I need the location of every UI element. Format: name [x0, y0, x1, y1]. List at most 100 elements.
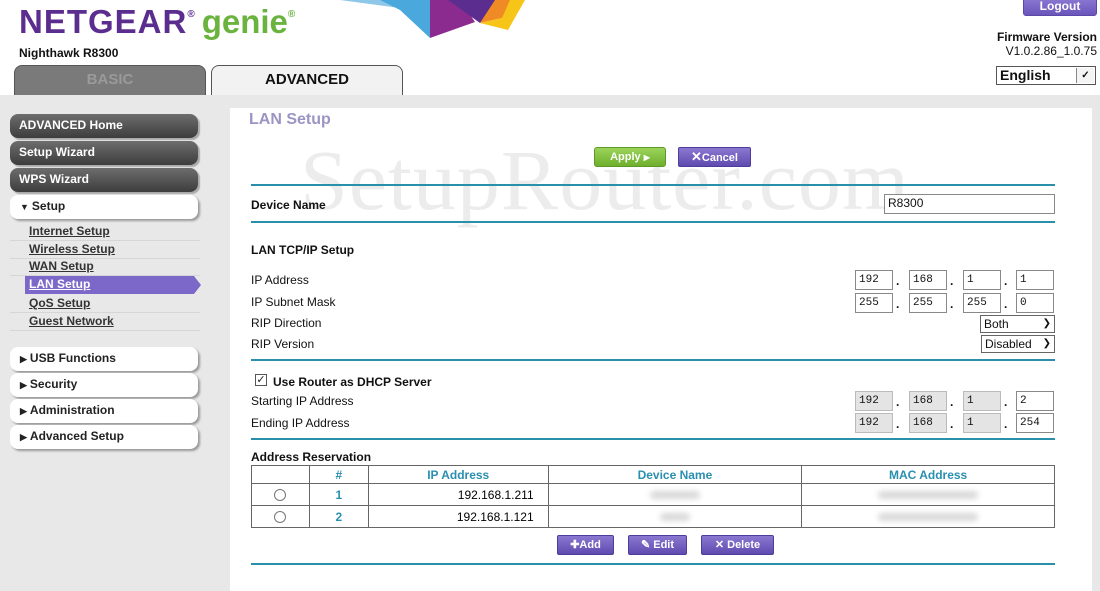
ip-address-octet-3[interactable]: 1 — [963, 270, 1001, 290]
sidebar-item-wireless-setup[interactable]: Wireless Setup — [10, 241, 200, 259]
logo-graphic-icon — [340, 0, 525, 38]
ip-value: 192.168.1.121 — [456, 509, 534, 524]
divider — [251, 184, 1055, 186]
divider — [251, 221, 1055, 223]
firmware-version: V1.0.2.86_1.0.75 — [1005, 44, 1097, 58]
column-header-mac-address: MAC Address — [801, 465, 1055, 484]
rip-version-select[interactable]: Disabled ❯ — [981, 335, 1055, 353]
start-ip-octet-1: 192 — [855, 391, 893, 411]
divider — [251, 359, 1055, 361]
divider — [251, 563, 1055, 565]
row-ip-address: 192.168.1.121 — [367, 505, 549, 528]
watermark: SetupRouter.com — [300, 132, 910, 228]
triangle-down-icon: ▼ — [20, 202, 29, 212]
table-row: 2 192.168.1.121 — [251, 505, 1055, 528]
dhcp-server-checkbox[interactable]: ✓ — [255, 374, 267, 386]
triangle-right-icon: ▶ — [20, 380, 27, 390]
sidebar-item-advanced-home[interactable]: ADVANCED Home — [10, 114, 198, 138]
edit-label: Edit — [653, 539, 675, 551]
sidebar-item-wan-setup[interactable]: WAN Setup — [10, 258, 200, 276]
ip-address-label: IP Address — [251, 273, 309, 287]
tab-basic[interactable]: BASIC — [14, 65, 206, 95]
sidebar-section-administration[interactable]: ▶ Administration — [10, 399, 198, 423]
cancel-button[interactable]: ✕Cancel — [678, 147, 751, 167]
subnet-octet-1[interactable]: 255 — [855, 293, 893, 313]
sidebar-item-lan-setup[interactable]: LAN Setup — [25, 276, 201, 294]
apply-label: Apply — [610, 151, 641, 163]
column-header-number: # — [308, 465, 369, 484]
page-title: LAN Setup — [249, 111, 331, 128]
sidebar-section-security[interactable]: ▶ Security — [10, 373, 198, 397]
section-label: Security — [29, 377, 78, 391]
table-row: 1 192.168.1.211 — [251, 483, 1055, 506]
ip-address-octet-4[interactable]: 1 — [1016, 270, 1054, 290]
lan-tcpip-heading: LAN TCP/IP Setup — [251, 243, 355, 257]
delete-button[interactable]: ✕ Delete — [701, 535, 774, 555]
column-header-select — [251, 465, 310, 484]
row-mac-address — [801, 505, 1055, 528]
header: NETGEAR® genie® Nighthawk R8300 BASIC ADV… — [0, 0, 1100, 95]
chevron-down-icon: ❯ — [1042, 318, 1051, 329]
close-icon: ✕ — [691, 149, 702, 164]
device-name-input[interactable]: R8300 — [884, 194, 1055, 214]
sidebar-section-setup[interactable]: ▼ Setup — [10, 195, 198, 219]
redacted-device-name — [659, 513, 690, 522]
sidebar-item-wps-wizard[interactable]: WPS Wizard — [10, 168, 198, 192]
rip-version-value: Disabled — [985, 337, 1032, 351]
column-header-ip-address: IP Address — [367, 465, 549, 484]
row-select-radio[interactable] — [274, 511, 287, 524]
product-name: genie — [201, 3, 288, 40]
sidebar-item-guest-network[interactable]: Guest Network — [10, 313, 200, 331]
subnet-octet-4[interactable]: 0 — [1016, 293, 1054, 313]
section-label: USB Functions — [29, 351, 116, 365]
ip-address-octet-2[interactable]: 168 — [909, 270, 947, 290]
netgear-genie-logo: NETGEAR® genie® — [19, 3, 297, 40]
triangle-right-icon: ▶ — [20, 432, 27, 442]
divider — [251, 438, 1055, 440]
sidebar-item-setup-wizard[interactable]: Setup Wizard — [10, 141, 198, 165]
delete-label: Delete — [727, 539, 761, 551]
sidebar-item-internet-setup[interactable]: Internet Setup — [10, 223, 200, 241]
end-ip-octet-2: 168 — [909, 413, 947, 433]
sidebar-section-usb-functions[interactable]: ▶ USB Functions — [10, 347, 198, 371]
start-ip-octet-4[interactable]: 2 — [1016, 391, 1054, 411]
rip-direction-value: Both — [984, 317, 1009, 331]
redacted-device-name — [649, 491, 700, 500]
rip-direction-select[interactable]: Both ❯ — [980, 315, 1055, 333]
apply-button[interactable]: Apply ▶ — [594, 147, 666, 167]
edit-button[interactable]: ✎ Edit — [628, 535, 687, 555]
end-ip-octet-3: 1 — [963, 413, 1001, 433]
tab-advanced[interactable]: ADVANCED — [211, 65, 403, 95]
row-mac-address — [801, 483, 1055, 506]
add-button[interactable]: ✚Add — [557, 535, 614, 555]
subnet-octet-2[interactable]: 255 — [909, 293, 947, 313]
language-value: English — [1000, 67, 1051, 83]
start-ip-octet-2: 168 — [909, 391, 947, 411]
cancel-label: Cancel — [701, 152, 738, 164]
subnet-mask-label: IP Subnet Mask — [251, 295, 336, 309]
sidebar-item-qos-setup[interactable]: QoS Setup — [10, 295, 200, 313]
redacted-mac-address — [878, 491, 979, 500]
logout-button[interactable]: Logout — [1023, 0, 1097, 16]
ip-address-octet-1[interactable]: 192 — [855, 270, 893, 290]
chevron-down-icon: ❯ — [1042, 338, 1051, 349]
section-label: Setup — [31, 199, 66, 213]
sidebar-section-advanced-setup[interactable]: ▶ Advanced Setup — [10, 425, 198, 449]
row-number: 1 — [308, 483, 369, 506]
row-select-radio[interactable] — [274, 489, 287, 502]
rip-version-label: RIP Version — [251, 337, 315, 351]
rip-direction-label: RIP Direction — [251, 316, 322, 330]
triangle-right-icon: ▶ — [20, 406, 27, 416]
brand-name: NETGEAR — [19, 3, 188, 40]
row-device-name — [547, 505, 803, 528]
end-ip-octet-4[interactable]: 254 — [1016, 413, 1054, 433]
language-select[interactable]: English ✓ — [996, 66, 1096, 85]
subnet-octet-3[interactable]: 255 — [963, 293, 1001, 313]
starting-ip-label: Starting IP Address — [251, 394, 354, 408]
triangle-right-icon: ▶ — [20, 354, 27, 364]
add-label: Add — [579, 539, 601, 551]
close-icon: ✕ — [714, 539, 725, 551]
address-reservation-table: # IP Address Device Name MAC Address 1 1… — [251, 465, 1055, 528]
device-name-label: Device Name — [251, 198, 326, 212]
chevron-down-icon: ✓ — [1076, 68, 1094, 83]
